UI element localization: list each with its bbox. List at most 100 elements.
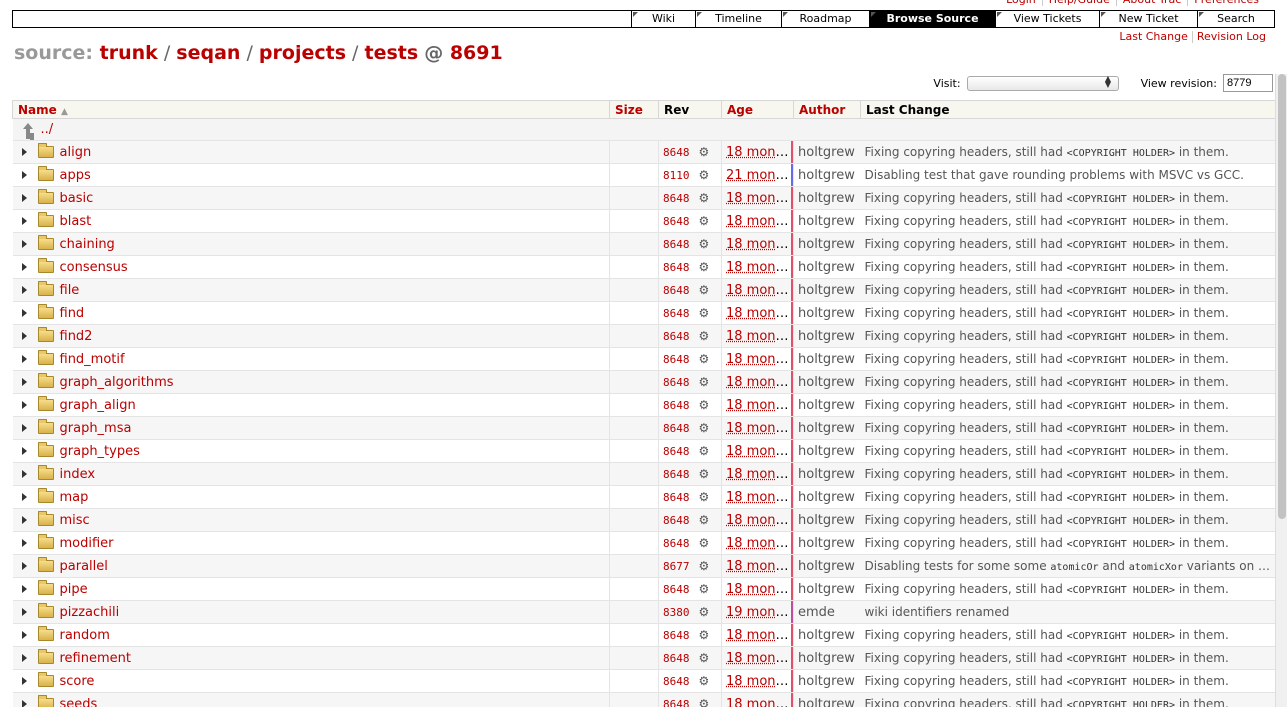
age-link[interactable]: 18 months <box>726 444 794 459</box>
rev-link[interactable]: 8648 <box>663 238 690 251</box>
dir-name-link[interactable]: random <box>60 628 110 643</box>
dir-name-link[interactable]: align <box>60 145 92 160</box>
expand-triangle-icon[interactable] <box>21 401 27 409</box>
expand-triangle-icon[interactable] <box>21 148 27 156</box>
name-column-header[interactable]: Name ▲ <box>12 100 610 119</box>
changeset-gear-icon[interactable]: ⚙ <box>699 467 710 481</box>
age-link[interactable]: 18 months <box>726 467 794 482</box>
changeset-gear-icon[interactable]: ⚙ <box>699 628 710 642</box>
expand-triangle-icon[interactable] <box>21 539 27 547</box>
dir-name-link[interactable]: score <box>60 674 95 689</box>
age-column-header[interactable]: Age <box>721 100 794 119</box>
view-revision-input[interactable] <box>1223 74 1273 92</box>
path-segment-link[interactable]: seqan <box>176 42 240 64</box>
path-segment-link[interactable]: tests <box>364 42 418 64</box>
rev-link[interactable]: 8648 <box>663 376 690 389</box>
changeset-gear-icon[interactable]: ⚙ <box>699 237 710 251</box>
age-link[interactable]: 19 months <box>726 605 794 620</box>
rev-link[interactable]: 8648 <box>663 468 690 481</box>
rev-link[interactable]: 8648 <box>663 422 690 435</box>
rev-link[interactable]: 8648 <box>663 445 690 458</box>
vertical-scrollbar[interactable] <box>1275 74 1287 707</box>
dir-name-link[interactable]: pizzachili <box>60 605 120 620</box>
changeset-gear-icon[interactable]: ⚙ <box>699 605 710 619</box>
age-link[interactable]: 18 months <box>726 306 794 321</box>
dir-name-link[interactable]: find <box>60 306 85 321</box>
dir-name-link[interactable]: map <box>60 490 89 505</box>
dir-name-link[interactable]: pipe <box>60 582 88 597</box>
changeset-gear-icon[interactable]: ⚙ <box>699 513 710 527</box>
rev-link[interactable]: 8648 <box>663 583 690 596</box>
rev-link[interactable]: 8648 <box>663 284 690 297</box>
age-link[interactable]: 18 months <box>726 329 794 344</box>
rev-link[interactable]: 8648 <box>663 675 690 688</box>
metanav-item[interactable]: About Trac <box>1115 0 1188 6</box>
rev-link[interactable]: 8380 <box>663 606 690 619</box>
tab-new-ticket[interactable]: New Ticket <box>1099 11 1197 27</box>
rev-column-header[interactable]: Rev <box>658 100 722 119</box>
changeset-gear-icon[interactable]: ⚙ <box>699 145 710 159</box>
changeset-gear-icon[interactable]: ⚙ <box>699 444 710 458</box>
dir-name-link[interactable]: find2 <box>60 329 93 344</box>
age-link[interactable]: 18 months <box>726 375 794 390</box>
expand-triangle-icon[interactable] <box>21 217 27 225</box>
rev-link[interactable]: 8648 <box>663 629 690 642</box>
age-link[interactable]: 18 months <box>726 490 794 505</box>
rev-link[interactable]: 8648 <box>663 261 690 274</box>
scrollbar-thumb[interactable] <box>1278 74 1286 519</box>
dir-name-link[interactable]: find_motif <box>60 352 125 367</box>
changeset-gear-icon[interactable]: ⚙ <box>699 168 710 182</box>
changeset-gear-icon[interactable]: ⚙ <box>699 352 710 366</box>
changeset-gear-icon[interactable]: ⚙ <box>699 674 710 688</box>
dir-name-link[interactable]: parallel <box>60 559 108 574</box>
rev-link[interactable]: 8648 <box>663 307 690 320</box>
tab-wiki[interactable]: Wiki <box>631 11 695 27</box>
dir-name-link[interactable]: basic <box>60 191 94 206</box>
age-link[interactable]: 18 months <box>726 191 794 206</box>
dir-name-link[interactable]: file <box>60 283 80 298</box>
changeset-gear-icon[interactable]: ⚙ <box>699 559 710 573</box>
tab-timeline[interactable]: Timeline <box>695 11 781 27</box>
changeset-gear-icon[interactable]: ⚙ <box>699 697 710 707</box>
changeset-gear-icon[interactable]: ⚙ <box>699 375 710 389</box>
expand-triangle-icon[interactable] <box>21 677 27 685</box>
expand-triangle-icon[interactable] <box>21 309 27 317</box>
expand-triangle-icon[interactable] <box>21 585 27 593</box>
path-segment-link[interactable]: trunk <box>100 42 158 64</box>
changeset-gear-icon[interactable]: ⚙ <box>699 329 710 343</box>
changeset-gear-icon[interactable]: ⚙ <box>699 191 710 205</box>
dir-name-link[interactable]: apps <box>60 168 91 183</box>
rev-link[interactable]: 8648 <box>663 192 690 205</box>
expand-triangle-icon[interactable] <box>21 424 27 432</box>
tab-roadmap[interactable]: Roadmap <box>781 11 869 27</box>
age-link[interactable]: 18 months <box>726 582 794 597</box>
changeset-gear-icon[interactable]: ⚙ <box>699 260 710 274</box>
age-link[interactable]: 18 months <box>726 398 794 413</box>
expand-triangle-icon[interactable] <box>21 286 27 294</box>
expand-triangle-icon[interactable] <box>21 355 27 363</box>
expand-triangle-icon[interactable] <box>21 562 27 570</box>
expand-triangle-icon[interactable] <box>21 263 27 271</box>
dir-name-link[interactable]: seeds <box>60 697 98 707</box>
changeset-gear-icon[interactable]: ⚙ <box>699 490 710 504</box>
changeset-gear-icon[interactable]: ⚙ <box>699 214 710 228</box>
expand-triangle-icon[interactable] <box>21 171 27 179</box>
changeset-gear-icon[interactable]: ⚙ <box>699 283 710 297</box>
metanav-item[interactable]: Help/Guide <box>1041 0 1116 6</box>
dir-name-link[interactable]: index <box>60 467 96 482</box>
expand-triangle-icon[interactable] <box>21 493 27 501</box>
expand-triangle-icon[interactable] <box>21 654 27 662</box>
tab-view-tickets[interactable]: View Tickets <box>995 11 1099 27</box>
expand-triangle-icon[interactable] <box>21 194 27 202</box>
age-link[interactable]: 18 months <box>726 559 794 574</box>
author-column-header[interactable]: Author <box>793 100 861 119</box>
rev-link[interactable]: 8648 <box>663 514 690 527</box>
age-link[interactable]: 18 months <box>726 674 794 689</box>
age-link[interactable]: 18 months <box>726 651 794 666</box>
changeset-gear-icon[interactable]: ⚙ <box>699 651 710 665</box>
age-link[interactable]: 18 months <box>726 421 794 436</box>
dir-name-link[interactable]: graph_msa <box>60 421 132 436</box>
dir-name-link[interactable]: misc <box>60 513 90 528</box>
expand-triangle-icon[interactable] <box>21 631 27 639</box>
size-column-header[interactable]: Size <box>609 100 659 119</box>
